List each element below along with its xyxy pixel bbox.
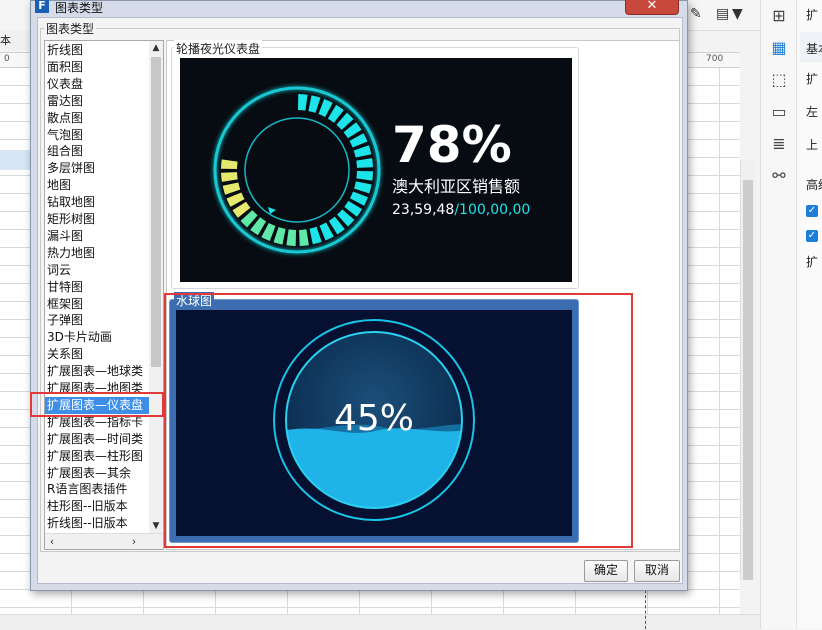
chart-type-item[interactable]: 3D卡片动画 (45, 329, 151, 346)
gauge-inner-ring (244, 117, 350, 223)
format-dropdown-icon[interactable]: ▼ (732, 6, 743, 22)
gauge-segment (286, 229, 296, 246)
chart-type-item[interactable]: 关系图 (45, 346, 151, 363)
crop-icon[interactable]: ⬚ (761, 66, 797, 94)
preview-label-gauge: 轮播夜光仪表盘 (174, 40, 263, 57)
ruler-mark: 700 (706, 54, 724, 64)
scroll-down-icon[interactable]: ▼ (149, 519, 163, 533)
chart-type-item[interactable]: 词云 (45, 262, 151, 279)
chart-type-item[interactable]: 多层饼图 (45, 160, 151, 177)
chart-type-item[interactable]: 仪表盘 (45, 76, 151, 93)
chart-type-item[interactable]: 甘特图 (45, 279, 151, 296)
link-icon[interactable]: ⚯ (761, 162, 797, 190)
chart-type-item[interactable]: 扩展图表—时间类 (45, 431, 151, 448)
chart-type-item[interactable]: 柱形图--旧版本 (45, 498, 151, 515)
chart-type-item[interactable]: 热力地图 (45, 245, 151, 262)
cancel-button[interactable]: 取消 (634, 560, 680, 582)
scroll-up-icon[interactable]: ▲ (149, 41, 163, 55)
gauge-pointer-icon (268, 207, 276, 214)
close-button[interactable]: ✕ (625, 0, 679, 15)
gauge-values: 23,59,48/100,00,00 (392, 202, 530, 218)
chart-type-item[interactable]: 地图 (45, 177, 151, 194)
tool-rail: ⊞ ▦ ⬚ ▭ ≣ ⚯ (760, 0, 797, 629)
data-icon[interactable]: ≣ (761, 130, 797, 158)
ruler-start: 0 (4, 54, 10, 64)
scroll-thumb[interactable] (743, 180, 753, 580)
gauge-segment (222, 182, 241, 195)
left-tab[interactable]: 本 (0, 30, 30, 50)
layout-icon[interactable]: ⊞ (761, 2, 797, 30)
list-horizontal-scrollbar[interactable]: ‹ › (45, 533, 163, 549)
list-scroll-thumb[interactable] (151, 57, 161, 367)
widget-icon[interactable]: ▭ (761, 98, 797, 126)
gauge-segment (353, 145, 372, 158)
panel-label-ext: 扩 (806, 255, 819, 269)
sheet-vertical-scrollbar[interactable] (740, 160, 755, 580)
gauge-segment (221, 172, 238, 182)
app-logo-icon: F (35, 0, 49, 13)
chart-type-item[interactable]: 折线图 (45, 42, 151, 59)
checkbox-1[interactable]: ✓ (806, 205, 818, 217)
checkbox-2[interactable]: ✓ (806, 230, 818, 242)
ok-button[interactable]: 确定 (584, 560, 628, 582)
gauge-total: /100,00,00 (454, 202, 530, 218)
gauge-segment (299, 229, 309, 246)
selected-cell[interactable] (0, 150, 30, 170)
property-panel: 扩 基本 扩 左 上 高级 ✓ ✓ 扩 (796, 0, 822, 629)
document-icon[interactable]: ▤ (716, 6, 729, 22)
chart-type-item[interactable]: 雷达图 (45, 93, 151, 110)
chart-type-item[interactable]: 漏斗图 (45, 228, 151, 245)
page-break-line (645, 590, 646, 629)
chart-type-item[interactable]: R语言图表插件 (45, 481, 151, 498)
highlight-selected-type (30, 392, 164, 417)
component-icon[interactable]: ▦ (761, 34, 797, 62)
chart-type-item[interactable]: 组合图 (45, 143, 151, 160)
dialog-title: 图表类型 (55, 1, 104, 15)
gauge-segment (354, 181, 372, 194)
scroll-left-icon[interactable]: ‹ (45, 534, 59, 549)
panel-label-left: 左 (806, 105, 819, 119)
dialog-titlebar[interactable]: F 图表类型 ✕ (31, 0, 687, 17)
gauge-segments (221, 94, 373, 246)
list-vertical-scrollbar[interactable]: ▲ ▼ (149, 41, 163, 533)
chart-type-item[interactable]: 矩形树图 (45, 211, 151, 228)
scroll-right-icon[interactable]: › (127, 534, 141, 549)
gauge-segment (309, 226, 322, 245)
gauge-segment (356, 171, 373, 181)
panel-label-top: 上 (806, 138, 819, 152)
chart-type-item[interactable]: 散点图 (45, 110, 151, 127)
group-label: 图表类型 (44, 20, 97, 37)
gauge-segment (356, 158, 373, 168)
chart-type-list[interactable]: 折线图 面积图 仪表盘 雷达图 散点图 气泡图 组合图 多层饼图 地图 钻取地图 矩形树图 漏斗图 热力… (44, 40, 164, 550)
chart-type-item[interactable]: 扩展图表—其余 (45, 465, 151, 482)
panel-label-advanced: 高级 (806, 178, 822, 192)
gauge-segment (298, 94, 308, 111)
gauge-caption: 澳大利亚区销售额 (392, 177, 520, 196)
highlight-waterball-preview (164, 293, 633, 548)
chart-type-item[interactable]: 气泡图 (45, 127, 151, 144)
chart-type-item[interactable]: 钻取地图 (45, 194, 151, 211)
gauge-outer-ring (213, 86, 381, 254)
gauge-value: 23,59,48 (392, 202, 454, 218)
preview-card-gauge[interactable]: 轮播夜光仪表盘 78% 澳大利亚区销售额 23,59,48/100,00,00 (171, 40, 579, 289)
panel-label-1: 扩 (806, 72, 819, 86)
chart-type-item[interactable]: 扩展图表—地球类 (45, 363, 151, 380)
chart-type-item[interactable]: 框架图 (45, 296, 151, 313)
chart-type-item[interactable]: 扩展图表—柱形图 (45, 448, 151, 465)
gauge-segment (308, 95, 321, 113)
pen-icon[interactable]: ✎ (690, 6, 702, 22)
panel-label-basic[interactable]: 基本 (806, 40, 822, 57)
chart-type-item[interactable]: 子弹图 (45, 312, 151, 329)
panel-top-label: 扩 (806, 8, 819, 22)
sheet-horizontal-scrollbar[interactable] (0, 614, 760, 630)
chart-type-item[interactable]: 面积图 (45, 59, 151, 76)
gauge-percent: 78% (392, 116, 512, 174)
chart-type-item[interactable]: 折线图--旧版本 (45, 515, 151, 532)
gauge-segment (221, 159, 238, 169)
gauge-preview-image[interactable]: 78% 澳大利亚区销售额 23,59,48/100,00,00 (180, 58, 572, 282)
gauge-segment (273, 227, 286, 245)
